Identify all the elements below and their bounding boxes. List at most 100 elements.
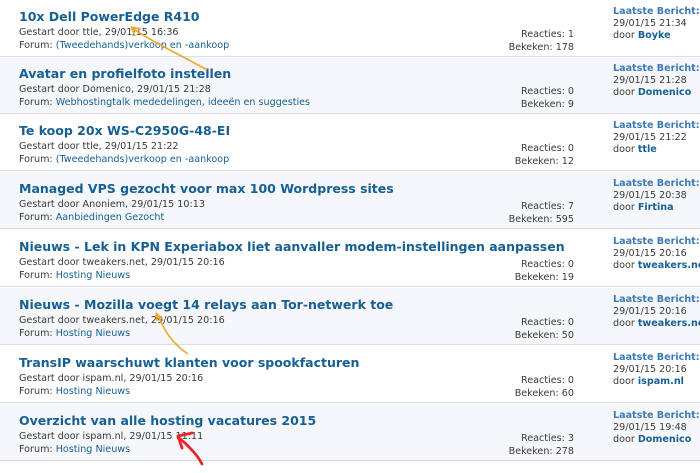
thread-forum: Forum: Hosting Nieuws [19,444,130,455]
replies-count: Reacties: 3 [520,433,574,444]
last-post-date: 29/01/15 20:16 [613,248,687,259]
views-count: Bekeken: 178 [508,42,574,53]
last-post-user-link[interactable]: Firtina [638,202,674,213]
thread-title-link[interactable]: Avatar en profielfoto instellen [19,66,231,81]
by-prefix: door [613,30,635,41]
last-post-user-link[interactable]: Domenico [638,434,691,445]
thread-title-link[interactable]: Nieuws - Mozilla voegt 14 relays aan Tor… [19,297,393,312]
last-post-user-link[interactable]: Boyke [638,30,671,41]
thread-forum: Forum: Hosting Nieuws [19,328,130,339]
thread-title-link[interactable]: Overzicht van alle hosting vacatures 201… [19,413,316,428]
forum-label: Forum: [19,154,53,165]
thread-row: Nieuws - Mozilla voegt 14 relays aan Tor… [0,288,700,345]
views-count: Bekeken: 12 [514,156,574,167]
forum-link[interactable]: Hosting Nieuws [56,328,130,339]
thread-title-link[interactable]: 10x Dell PowerEdge R410 [19,9,200,24]
thread-started-by: Gestart door ttle, 29/01/15 16:36 [19,27,179,38]
replies-count: Reacties: 0 [520,317,574,328]
forum-label: Forum: [19,328,53,339]
thread-row: 10x Dell PowerEdge R410 Gestart door ttl… [0,0,700,57]
thread-title-link[interactable]: Nieuws - Lek in KPN Experiabox liet aanv… [19,239,565,254]
by-prefix: door [613,260,635,271]
thread-row: Avatar en profielfoto instellen Gestart … [0,57,700,114]
thread-forum: Forum: Webhostingtalk mededelingen, idee… [19,97,310,108]
thread-started-by: Gestart door Anoniem, 29/01/15 10:13 [19,199,205,210]
by-prefix: door [613,144,635,155]
thread-row: Nieuws - Lek in KPN Experiabox liet aanv… [0,230,700,287]
by-prefix: door [613,202,635,213]
forum-link[interactable]: Hosting Nieuws [56,444,130,455]
thread-forum: Forum: Hosting Nieuws [19,386,130,397]
last-post-by: door tweakers.net [613,260,700,271]
last-post-link[interactable]: Laatste Bericht: [613,6,700,17]
last-post-by: door ispam.nl [613,376,684,387]
thread-title-link[interactable]: Te koop 20x WS-C2950G-48-EI [19,123,230,138]
replies-count: Reacties: 7 [520,201,574,212]
last-post-user-link[interactable]: ttle [638,144,657,155]
forum-link[interactable]: Webhostingtalk mededelingen, ideeën en s… [56,97,310,108]
replies-count: Reacties: 0 [520,259,574,270]
forum-link[interactable]: (Tweedehands)verkoop en -aankoop [56,154,230,165]
last-post-by: door Domenico [613,87,691,98]
replies-count: Reacties: 0 [520,86,574,97]
last-post-date: 29/01/15 19:48 [613,422,687,433]
last-post-link[interactable]: Laatste Bericht: [613,178,700,189]
last-post-link[interactable]: Laatste Bericht: [613,410,700,421]
last-post-by: door ttle [613,144,657,155]
thread-row: TransIP waarschuwt klanten voor spookfac… [0,346,700,403]
thread-title-link[interactable]: Managed VPS gezocht voor max 100 Wordpre… [19,181,394,196]
last-post-link[interactable]: Laatste Bericht: [613,236,700,247]
views-count: Bekeken: 19 [514,272,574,283]
thread-forum: Forum: (Tweedehands)verkoop en -aankoop [19,154,229,165]
last-post-link[interactable]: Laatste Bericht: [613,63,700,74]
replies-count: Reacties: 1 [520,29,574,40]
by-prefix: door [613,318,635,329]
forum-label: Forum: [19,386,53,397]
last-post-link[interactable]: Laatste Bericht: [613,352,700,363]
last-post-link[interactable]: Laatste Bericht: [613,294,700,305]
replies-count: Reacties: 0 [520,375,574,386]
forum-link[interactable]: Hosting Nieuws [56,270,130,281]
last-post-user-link[interactable]: tweakers.net [638,318,700,329]
thread-started-by: Gestart door Domenico, 29/01/15 21:28 [19,84,211,95]
last-post-date: 29/01/15 20:38 [613,190,687,201]
thread-row: Managed VPS gezocht voor max 100 Wordpre… [0,172,700,229]
thread-started-by: Gestart door ispam.nl, 29/01/15 20:16 [19,373,204,384]
last-post-by: door Firtina [613,202,674,213]
thread-title-link[interactable]: TransIP waarschuwt klanten voor spookfac… [19,355,359,370]
thread-started-by: Gestart door tweakers.net, 29/01/15 20:1… [19,315,225,326]
thread-forum: Forum: (Tweedehands)verkoop en -aankoop [19,40,229,51]
views-count: Bekeken: 9 [520,99,574,110]
thread-list: 10x Dell PowerEdge R410 Gestart door ttl… [0,0,700,473]
forum-label: Forum: [19,212,53,223]
last-post-by: door Domenico [613,434,691,445]
forum-link[interactable]: (Tweedehands)verkoop en -aankoop [56,40,230,51]
forum-link[interactable]: Hosting Nieuws [56,386,130,397]
last-post-date: 29/01/15 21:22 [613,132,687,143]
by-prefix: door [613,87,635,98]
last-post-link[interactable]: Laatste Bericht: [613,120,700,131]
views-count: Bekeken: 50 [514,330,574,341]
last-post-date: 29/01/15 20:16 [613,364,687,375]
replies-count: Reacties: 0 [520,143,574,154]
last-post-date: 29/01/15 20:16 [613,306,687,317]
last-post-user-link[interactable]: Domenico [638,87,691,98]
forum-link[interactable]: Aanbiedingen Gezocht [56,212,165,223]
forum-label: Forum: [19,444,53,455]
thread-row: Te koop 20x WS-C2950G-48-EI Gestart door… [0,114,700,171]
thread-forum: Forum: Hosting Nieuws [19,270,130,281]
last-post-date: 29/01/15 21:28 [613,75,687,86]
views-count: Bekeken: 60 [514,388,574,399]
last-post-user-link[interactable]: ispam.nl [638,376,684,387]
forum-label: Forum: [19,97,53,108]
views-count: Bekeken: 278 [508,446,574,457]
thread-started-by: Gestart door ispam.nl, 29/01/15 11:11 [19,431,204,442]
last-post-by: door tweakers.net [613,318,700,329]
by-prefix: door [613,376,635,387]
last-post-date: 29/01/15 21:34 [613,18,687,29]
thread-forum: Forum: Aanbiedingen Gezocht [19,212,164,223]
thread-row: Overzicht van alle hosting vacatures 201… [0,404,700,461]
last-post-user-link[interactable]: tweakers.net [638,260,700,271]
by-prefix: door [613,434,635,445]
forum-label: Forum: [19,40,53,51]
